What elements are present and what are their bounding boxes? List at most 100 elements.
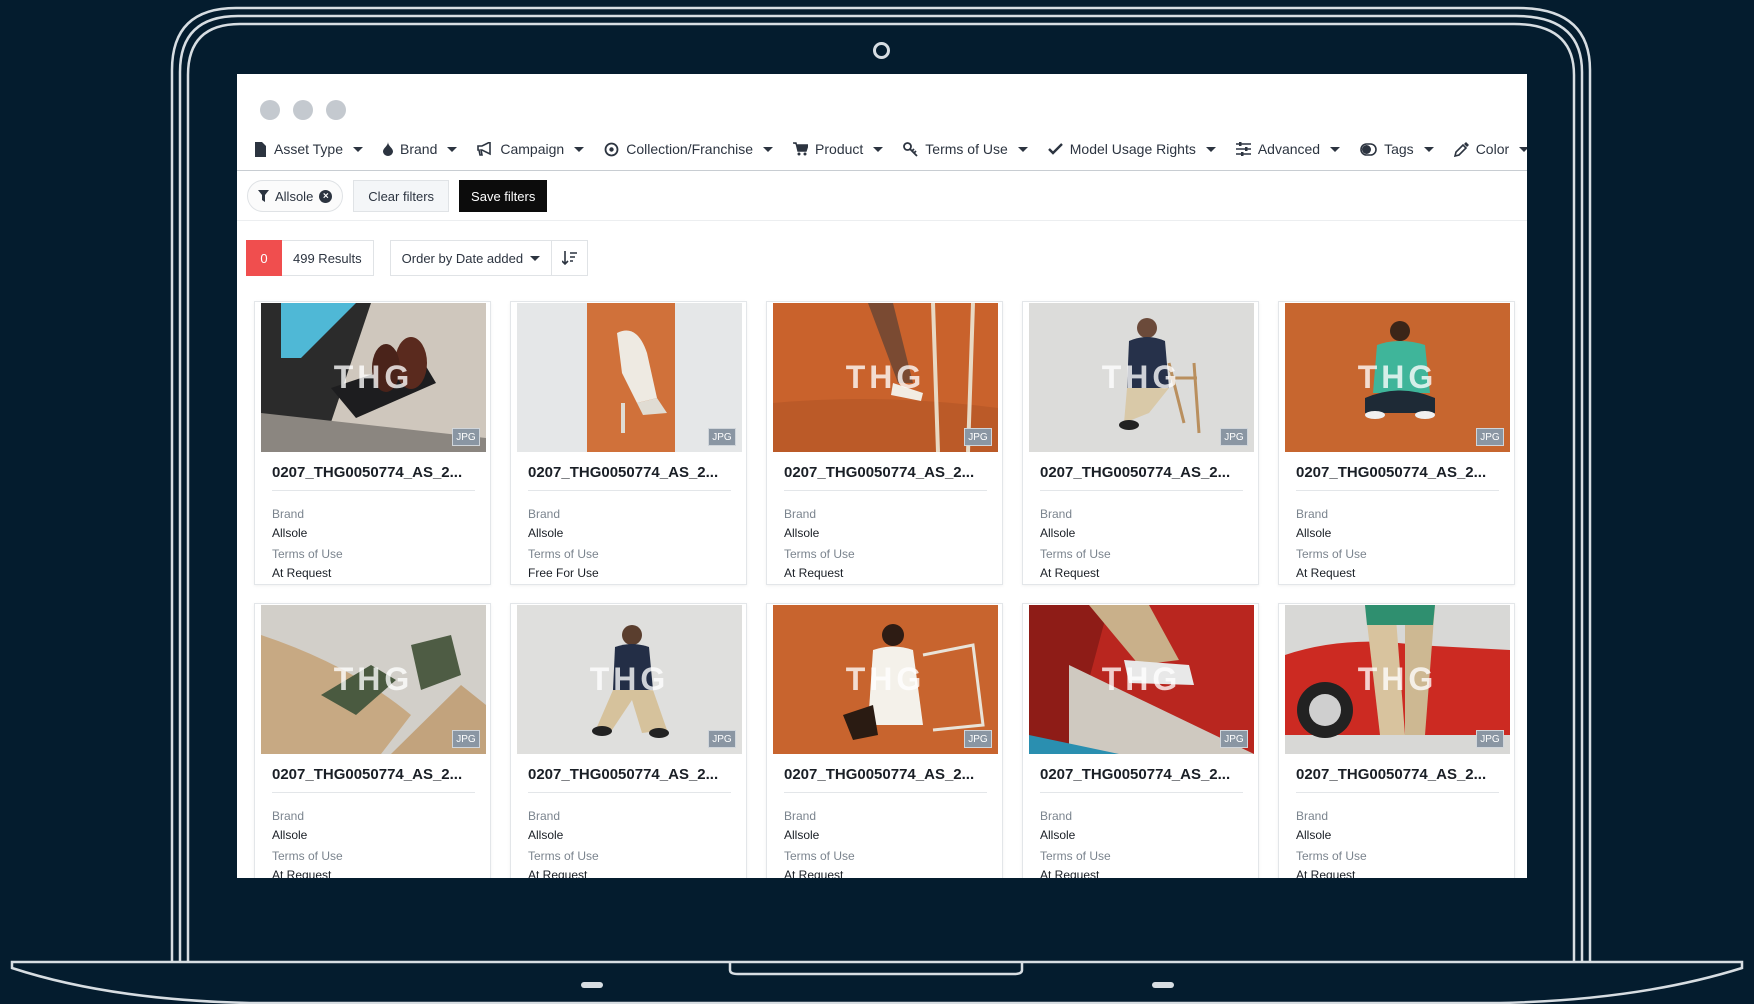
sort-direction-button[interactable] <box>552 240 589 276</box>
asset-card[interactable]: THG JPG 0207_THG0050774_AS_2... Brand Al… <box>766 301 1003 585</box>
cart-icon <box>793 142 809 156</box>
menu-tags[interactable]: Tags <box>1360 141 1434 157</box>
watermark: THG <box>1101 359 1182 395</box>
asset-card[interactable]: THG JPG 0207_THG0050774_AS_2... Brand Al… <box>254 301 491 585</box>
window-close-button[interactable] <box>260 100 280 120</box>
asset-card[interactable]: JPG 0207_THG0050774_AS_2... Brand Allsol… <box>510 301 747 585</box>
menu-product[interactable]: Product <box>793 141 884 157</box>
menu-asset-type-label: Asset Type <box>274 141 344 157</box>
terms-value: At Request <box>1040 868 1100 878</box>
menu-asset-type[interactable]: Asset Type <box>254 141 364 157</box>
app-window: Asset Type Brand Campaign Collection/Fra… <box>237 74 1527 878</box>
terms-label: Terms of Use <box>528 849 599 863</box>
brand-label: Brand <box>528 809 561 823</box>
terms-value: Free For Use <box>528 566 599 580</box>
brand-value: Allsole <box>1040 526 1076 540</box>
brand-label: Brand <box>528 507 561 521</box>
order-dropdown[interactable]: Order by Date added <box>389 240 553 276</box>
asset-card[interactable]: THG JPG 0207_THG0050774_AS_2... Brand Al… <box>510 603 747 878</box>
asset-title[interactable]: 0207_THG0050774_AS_2... <box>1040 464 1230 481</box>
camera-icon <box>873 42 890 59</box>
menu-collection-franchise[interactable]: Collection/Franchise <box>604 141 774 157</box>
remove-filter-icon[interactable]: × <box>319 189 333 203</box>
asset-thumbnail[interactable]: THG JPG <box>1285 303 1510 452</box>
brand-label: Brand <box>784 809 817 823</box>
file-type-badge: JPG <box>1220 730 1248 748</box>
asset-title[interactable]: 0207_THG0050774_AS_2... <box>784 464 974 481</box>
asset-thumbnail[interactable]: THG JPG <box>261 303 486 452</box>
terms-label: Terms of Use <box>784 547 855 561</box>
asset-card[interactable]: THG JPG 0207_THG0050774_AS_2... Brand Al… <box>766 603 1003 878</box>
menu-advanced[interactable]: Advanced <box>1235 141 1341 157</box>
asset-title[interactable]: 0207_THG0050774_AS_2... <box>528 766 718 783</box>
asset-card[interactable]: THG JPG 0207_THG0050774_AS_2... Brand Al… <box>254 603 491 878</box>
menu-brand[interactable]: Brand <box>383 141 458 157</box>
brand-value: Allsole <box>528 828 564 842</box>
watermark: THG <box>589 661 670 697</box>
asset-title[interactable]: 0207_THG0050774_AS_2... <box>1040 766 1230 783</box>
menu-product-label: Product <box>815 141 864 157</box>
save-filters-button[interactable]: Save filters <box>459 180 548 212</box>
key-icon <box>903 141 918 157</box>
file-type-badge: JPG <box>1220 428 1248 446</box>
results-count: 499 Results <box>282 240 374 276</box>
asset-card[interactable]: THG JPG 0207_THG0050774_AS_2... Brand Al… <box>1022 301 1259 585</box>
chevron-down-icon <box>1017 146 1028 152</box>
card-divider <box>1296 792 1499 793</box>
asset-card[interactable]: THG JPG 0207_THG0050774_AS_2... Brand Al… <box>1278 603 1515 878</box>
menu-model-usage-rights[interactable]: Model Usage Rights <box>1047 141 1216 157</box>
filter-chip[interactable]: Allsole × <box>247 180 344 212</box>
file-type-badge: JPG <box>1476 730 1504 748</box>
asset-title[interactable]: 0207_THG0050774_AS_2... <box>528 464 718 481</box>
check-icon <box>1047 143 1063 155</box>
brand-label: Brand <box>272 507 305 521</box>
card-divider <box>272 792 475 793</box>
watermark: THG <box>333 359 414 395</box>
terms-value: At Request <box>1296 868 1356 878</box>
asset-title[interactable]: 0207_THG0050774_AS_2... <box>272 766 462 783</box>
file-type-badge: JPG <box>708 428 736 446</box>
file-icon <box>255 141 266 157</box>
brand-value: Allsole <box>272 828 308 842</box>
card-divider <box>272 490 475 491</box>
menu-campaign[interactable]: Campaign <box>477 141 585 157</box>
asset-thumbnail[interactable]: THG JPG <box>1029 303 1254 452</box>
watermark: THG <box>1357 359 1438 395</box>
menu-advanced-label: Advanced <box>1257 141 1321 157</box>
terms-value: At Request <box>272 566 332 580</box>
sort-icon <box>562 251 578 265</box>
asset-card[interactable]: THG JPG 0207_THG0050774_AS_2... Brand Al… <box>1022 603 1259 878</box>
asset-title[interactable]: 0207_THG0050774_AS_2... <box>1296 464 1486 481</box>
menu-terms-of-use[interactable]: Terms of Use <box>903 141 1028 157</box>
chevron-down-icon <box>1330 146 1341 152</box>
asset-title[interactable]: 0207_THG0050774_AS_2... <box>1296 766 1486 783</box>
asset-thumbnail[interactable]: THG JPG <box>517 605 742 754</box>
brand-label: Brand <box>1040 507 1073 521</box>
asset-title[interactable]: 0207_THG0050774_AS_2... <box>784 766 974 783</box>
chevron-down-icon <box>873 146 884 152</box>
brand-value: Allsole <box>1040 828 1076 842</box>
watermark: THG <box>1101 661 1182 697</box>
asset-thumbnail[interactable]: THG JPG <box>1029 605 1254 754</box>
watermark: THG <box>1357 661 1438 697</box>
menu-color[interactable]: Color <box>1453 141 1527 157</box>
chevron-down-icon <box>1519 146 1527 152</box>
asset-thumbnail[interactable]: THG JPG <box>773 303 998 452</box>
asset-card[interactable]: THG JPG 0207_THG0050774_AS_2... Brand Al… <box>1278 301 1515 585</box>
asset-thumbnail[interactable]: THG JPG <box>261 605 486 754</box>
bullhorn-icon <box>477 142 492 156</box>
window-minimize-button[interactable] <box>293 100 313 120</box>
window-maximize-button[interactable] <box>326 100 346 120</box>
asset-thumbnail[interactable]: JPG <box>517 303 742 452</box>
asset-title[interactable]: 0207_THG0050774_AS_2... <box>272 464 462 481</box>
terms-label: Terms of Use <box>528 547 599 561</box>
eyedropper-icon <box>1453 141 1469 157</box>
clear-filters-button[interactable]: Clear filters <box>353 180 450 212</box>
selected-count-badge[interactable]: 0 <box>246 240 282 276</box>
terms-value: At Request <box>784 566 844 580</box>
brand-value: Allsole <box>784 828 820 842</box>
asset-thumbnail[interactable]: THG JPG <box>773 605 998 754</box>
file-type-badge: JPG <box>708 730 736 748</box>
file-type-badge: JPG <box>1476 428 1504 446</box>
asset-thumbnail[interactable]: THG JPG <box>1285 605 1510 754</box>
